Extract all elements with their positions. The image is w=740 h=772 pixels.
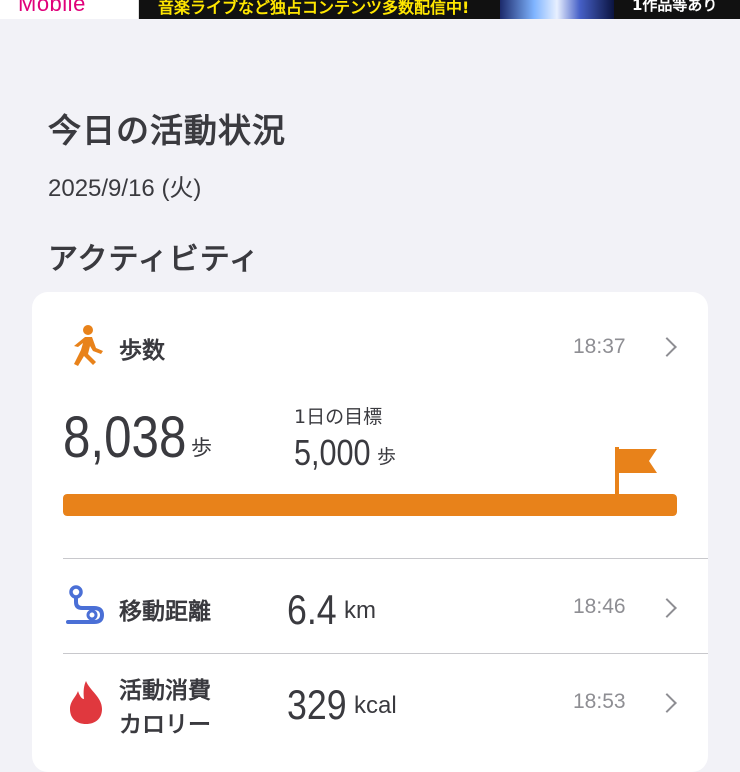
banner-right-text: 1作品等あり	[632, 0, 718, 14]
goal-flag-icon	[613, 445, 659, 499]
distance-time: 18:46	[573, 595, 626, 618]
banner-image	[500, 0, 614, 19]
distance-unit: km	[344, 597, 376, 624]
divider	[63, 653, 708, 654]
calories-value: 329	[287, 681, 347, 728]
steps-time: 18:37	[573, 335, 626, 358]
page-title: 今日の活動状況	[48, 111, 286, 150]
goal-value: 5,000	[294, 432, 371, 473]
calories-label-line1: 活動消費	[119, 678, 211, 704]
divider	[63, 558, 708, 559]
banner-text: 音楽ライブなど独占コンテンツ多数配信中!	[158, 0, 470, 17]
steps-unit: 歩	[191, 436, 212, 460]
page-date: 2025/9/16 (火)	[48, 175, 202, 202]
flame-icon	[68, 679, 104, 729]
steps-label: 歩数	[119, 338, 165, 364]
banner-brand: Mobile	[18, 0, 86, 16]
calories-time: 18:53	[573, 690, 626, 713]
walking-person-icon	[68, 324, 106, 372]
goal-label: 1日の目標	[294, 406, 383, 428]
calories-unit: kcal	[354, 692, 397, 719]
route-icon	[64, 585, 110, 631]
section-title: アクティビティ	[48, 242, 260, 277]
steps-progress-bar	[63, 494, 677, 516]
top-ad-banner[interactable]: Mobile 音楽ライブなど独占コンテンツ多数配信中! 1作品等あり	[0, 0, 740, 19]
goal-unit: 歩	[377, 446, 397, 468]
distance-label: 移動距離	[119, 599, 211, 625]
distance-value: 6.4	[287, 586, 337, 633]
steps-value: 8,038	[63, 405, 187, 470]
banner-logo-area: Mobile	[0, 0, 139, 19]
calories-label-line2: カロリー	[119, 712, 211, 738]
steps-progress-fill	[63, 494, 677, 516]
